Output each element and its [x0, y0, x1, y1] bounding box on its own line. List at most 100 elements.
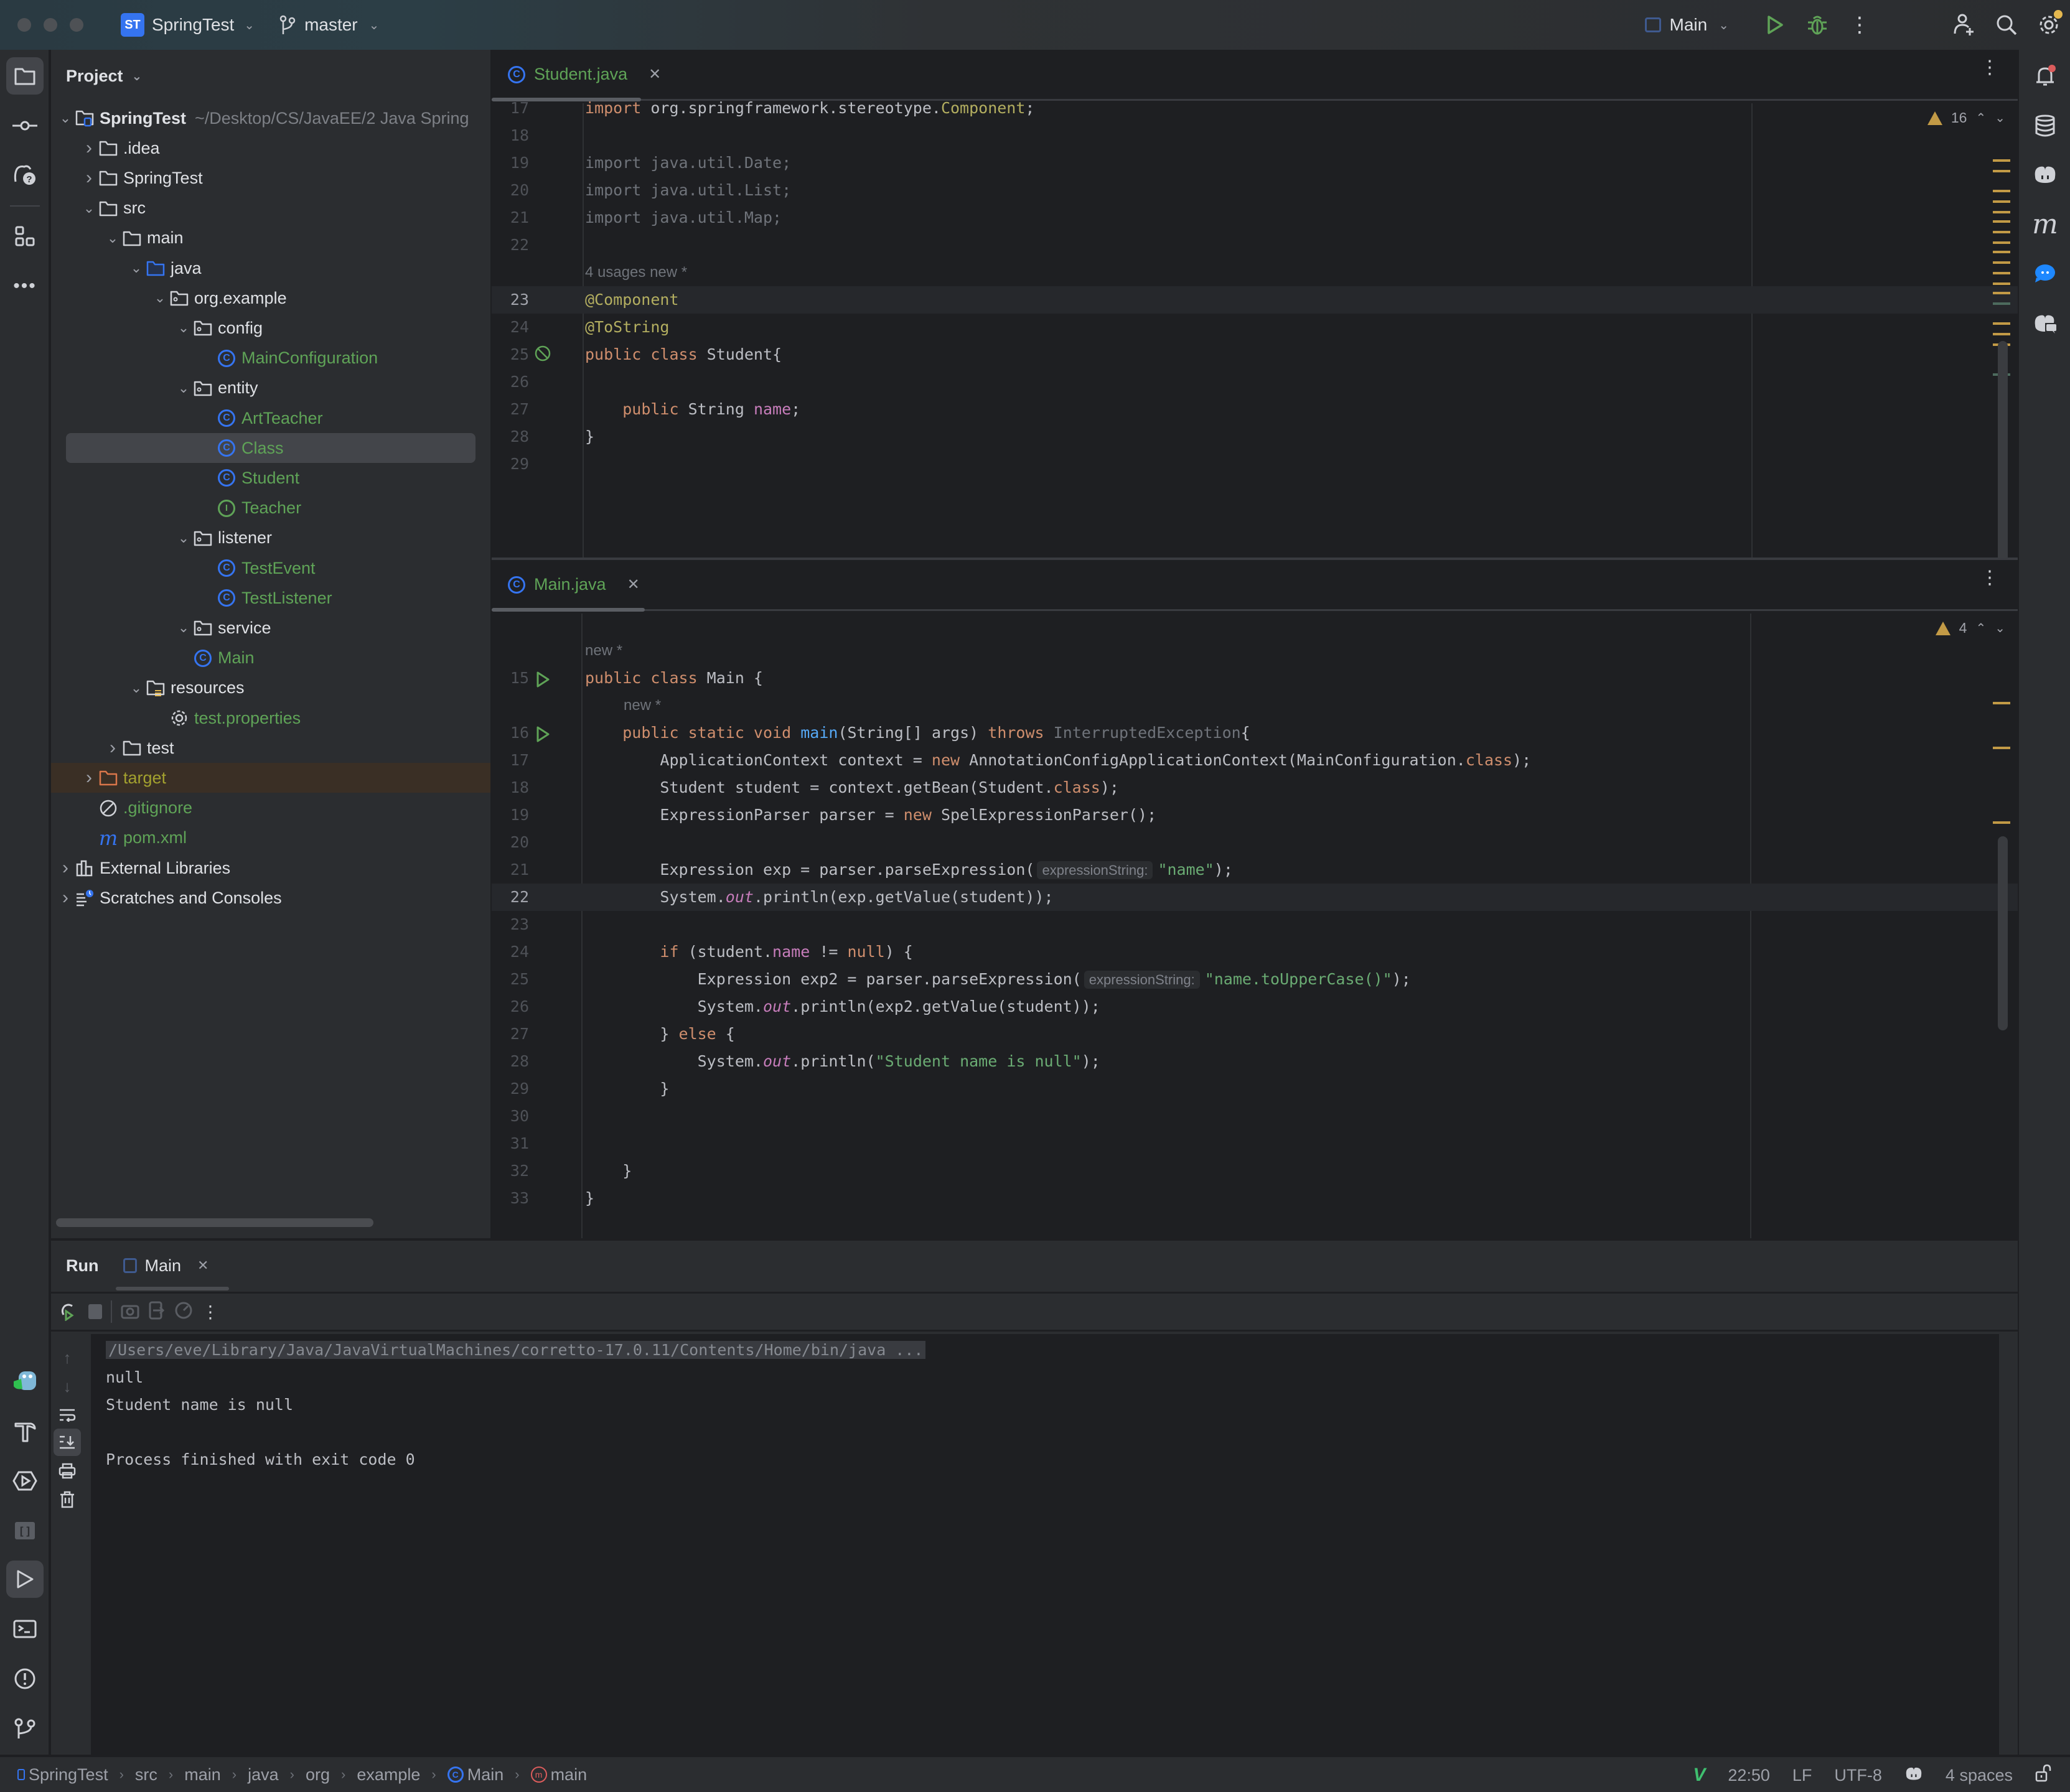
project-tool-button[interactable] [6, 57, 44, 95]
tree-item[interactable]: ⌄ listener [51, 523, 490, 553]
chevron-right-icon[interactable]: › [103, 737, 122, 758]
vertical-scrollbar[interactable] [1998, 836, 2008, 1030]
line-number[interactable]: 19 [492, 801, 529, 829]
line-number[interactable]: 27 [492, 396, 529, 423]
line-number[interactable]: 26 [492, 368, 529, 396]
tree-item[interactable]: C Student [51, 463, 490, 493]
line-number[interactable]: 15 [492, 665, 529, 692]
vcs-branch-selector[interactable]: master ⌄ [279, 14, 379, 35]
chevron-right-icon[interactable]: › [56, 857, 75, 879]
chevron-down-icon[interactable]: ⌄ [174, 380, 193, 396]
run-tab-main[interactable]: Main ✕ [123, 1256, 208, 1276]
services-tool-button[interactable] [6, 1462, 44, 1500]
line-number[interactable]: 19 [492, 149, 529, 177]
breadcrumb-item[interactable]: main [184, 1765, 221, 1785]
tree-item[interactable]: ⌄ main [51, 223, 490, 253]
code-line[interactable]: 29 } [492, 1075, 2018, 1103]
problems-tool-button[interactable] [6, 1660, 44, 1697]
line-number[interactable]: 28 [492, 1048, 529, 1075]
tree-item[interactable]: C MainConfiguration [51, 343, 490, 373]
close-tab-icon[interactable]: ✕ [627, 576, 640, 594]
code-line[interactable]: 28} [492, 423, 2018, 450]
chevron-right-icon[interactable]: › [80, 138, 98, 159]
code-line[interactable]: 22 [492, 231, 2018, 259]
code-line[interactable]: 19 import java.util.Date; [492, 149, 2018, 177]
code-line[interactable]: 15 public class Main { [492, 665, 2018, 692]
tab-student-java[interactable]: C Student.java ✕ [492, 50, 661, 99]
copilot-tool-button[interactable] [2026, 156, 2064, 193]
line-number[interactable]: 31 [492, 1130, 529, 1157]
run-gutter-icon[interactable] [535, 670, 550, 697]
console-scrollbar-track[interactable] [1999, 1334, 2008, 1755]
dump-threads-button[interactable] [121, 1302, 139, 1322]
breadcrumb-item[interactable]: src [135, 1765, 157, 1785]
tree-item[interactable]: C Class [66, 433, 475, 464]
chevron-right-icon[interactable]: › [80, 767, 98, 788]
breadcrumb-item[interactable]: example [357, 1765, 420, 1785]
cursor-position[interactable]: 22:50 [1728, 1766, 1770, 1785]
code-line[interactable]: 23 @Component [492, 286, 2018, 314]
code-vision-hint[interactable]: 4 usages new * [585, 259, 687, 286]
more-actions-button[interactable]: ⋮ [1838, 4, 1881, 46]
line-number[interactable]: 20 [492, 829, 529, 856]
profiler-button[interactable] [174, 1301, 193, 1323]
chevron-down-icon[interactable]: ⌄ [80, 200, 98, 217]
line-number[interactable]: 16 [492, 719, 529, 747]
code-line[interactable]: 21 import java.util.Map; [492, 204, 2018, 231]
more-tools-button[interactable]: ••• [6, 268, 44, 305]
line-number[interactable]: 29 [492, 1075, 529, 1103]
console-command-line[interactable]: /Users/eve/Library/Java/JavaVirtualMachi… [106, 1337, 926, 1364]
close-tab-icon[interactable]: ✕ [649, 65, 661, 83]
chevron-down-icon[interactable]: ⌄ [174, 620, 193, 636]
tree-item[interactable]: › Scratches and Consoles [51, 883, 490, 913]
minimize-window-button[interactable] [44, 18, 57, 32]
notifications-button[interactable] [2026, 57, 2064, 95]
chevron-down-icon[interactable]: ⌄ [127, 260, 146, 276]
breadcrumb-item[interactable]: org [306, 1765, 330, 1785]
code-vision-hint[interactable]: new * [624, 692, 661, 719]
code-line[interactable]: 25 Expression exp2 = parser.parseExpress… [492, 966, 2018, 993]
code-line[interactable]: 26 [492, 368, 2018, 396]
tree-item[interactable]: C TestEvent [51, 553, 490, 583]
chevron-down-icon[interactable]: ⌄ [127, 680, 146, 696]
settings-button[interactable] [2028, 4, 2070, 46]
code-line[interactable]: 21 Expression exp = parser.parseExpressi… [492, 856, 2018, 884]
tree-item[interactable]: › test [51, 733, 490, 763]
tree-item[interactable]: ⌄ config [51, 313, 490, 343]
zoom-window-button[interactable] [70, 18, 83, 32]
code-line[interactable]: 26 System.out.println(exp2.getValue(stud… [492, 993, 2018, 1020]
code-line[interactable]: 25 public class Student{ [492, 341, 2018, 368]
chevron-down-icon[interactable]: ⌄ [174, 530, 193, 546]
close-tab-icon[interactable]: ✕ [197, 1258, 208, 1274]
line-number[interactable]: 25 [492, 341, 529, 368]
chevron-down-icon[interactable]: ⌄ [174, 320, 193, 336]
line-number[interactable]: 24 [492, 938, 529, 966]
tree-item[interactable]: C ArtTeacher [51, 403, 490, 433]
line-number[interactable]: 17 [492, 95, 529, 122]
code-line[interactable]: 32 } [492, 1157, 2018, 1185]
gopher-plugin-button[interactable] [6, 1363, 44, 1400]
line-number[interactable]: 21 [492, 856, 529, 884]
tree-item[interactable]: ⌄ org.example [51, 283, 490, 313]
line-number[interactable]: 29 [492, 450, 529, 478]
project-selector[interactable]: ST SpringTest ⌄ [121, 13, 255, 37]
json-tool-button[interactable]: [] [6, 1512, 44, 1549]
code-line[interactable]: 22 System.out.println(exp.getValue(stude… [492, 884, 2018, 911]
close-window-button[interactable] [17, 18, 31, 32]
line-number[interactable]: 18 [492, 774, 529, 801]
ai-assistant-tool-button[interactable]: ? [6, 156, 44, 193]
code-line[interactable]: 17 import org.springframework.stereotype.… [492, 95, 2018, 122]
print-button[interactable] [54, 1457, 81, 1485]
code-line[interactable]: 27 } else { [492, 1020, 2018, 1048]
vim-plugin-button[interactable]: V [1693, 1765, 1705, 1786]
horizontal-scrollbar[interactable] [56, 1218, 373, 1227]
debug-button[interactable] [1796, 4, 1838, 46]
chevron-down-icon[interactable]: ⌄ [151, 290, 169, 306]
tree-item[interactable]: m pom.xml [51, 823, 490, 853]
tree-item[interactable]: I Teacher [51, 493, 490, 523]
code-line[interactable]: 24 if (student.name != null) { [492, 938, 2018, 966]
code-line[interactable]: 19 ExpressionParser parser = new SpelExp… [492, 801, 2018, 829]
project-view-selector[interactable]: Project ⌄ [51, 50, 490, 102]
tree-item[interactable]: › SpringTest [51, 163, 490, 193]
breadcrumb-item[interactable]: SpringTest [17, 1765, 108, 1785]
